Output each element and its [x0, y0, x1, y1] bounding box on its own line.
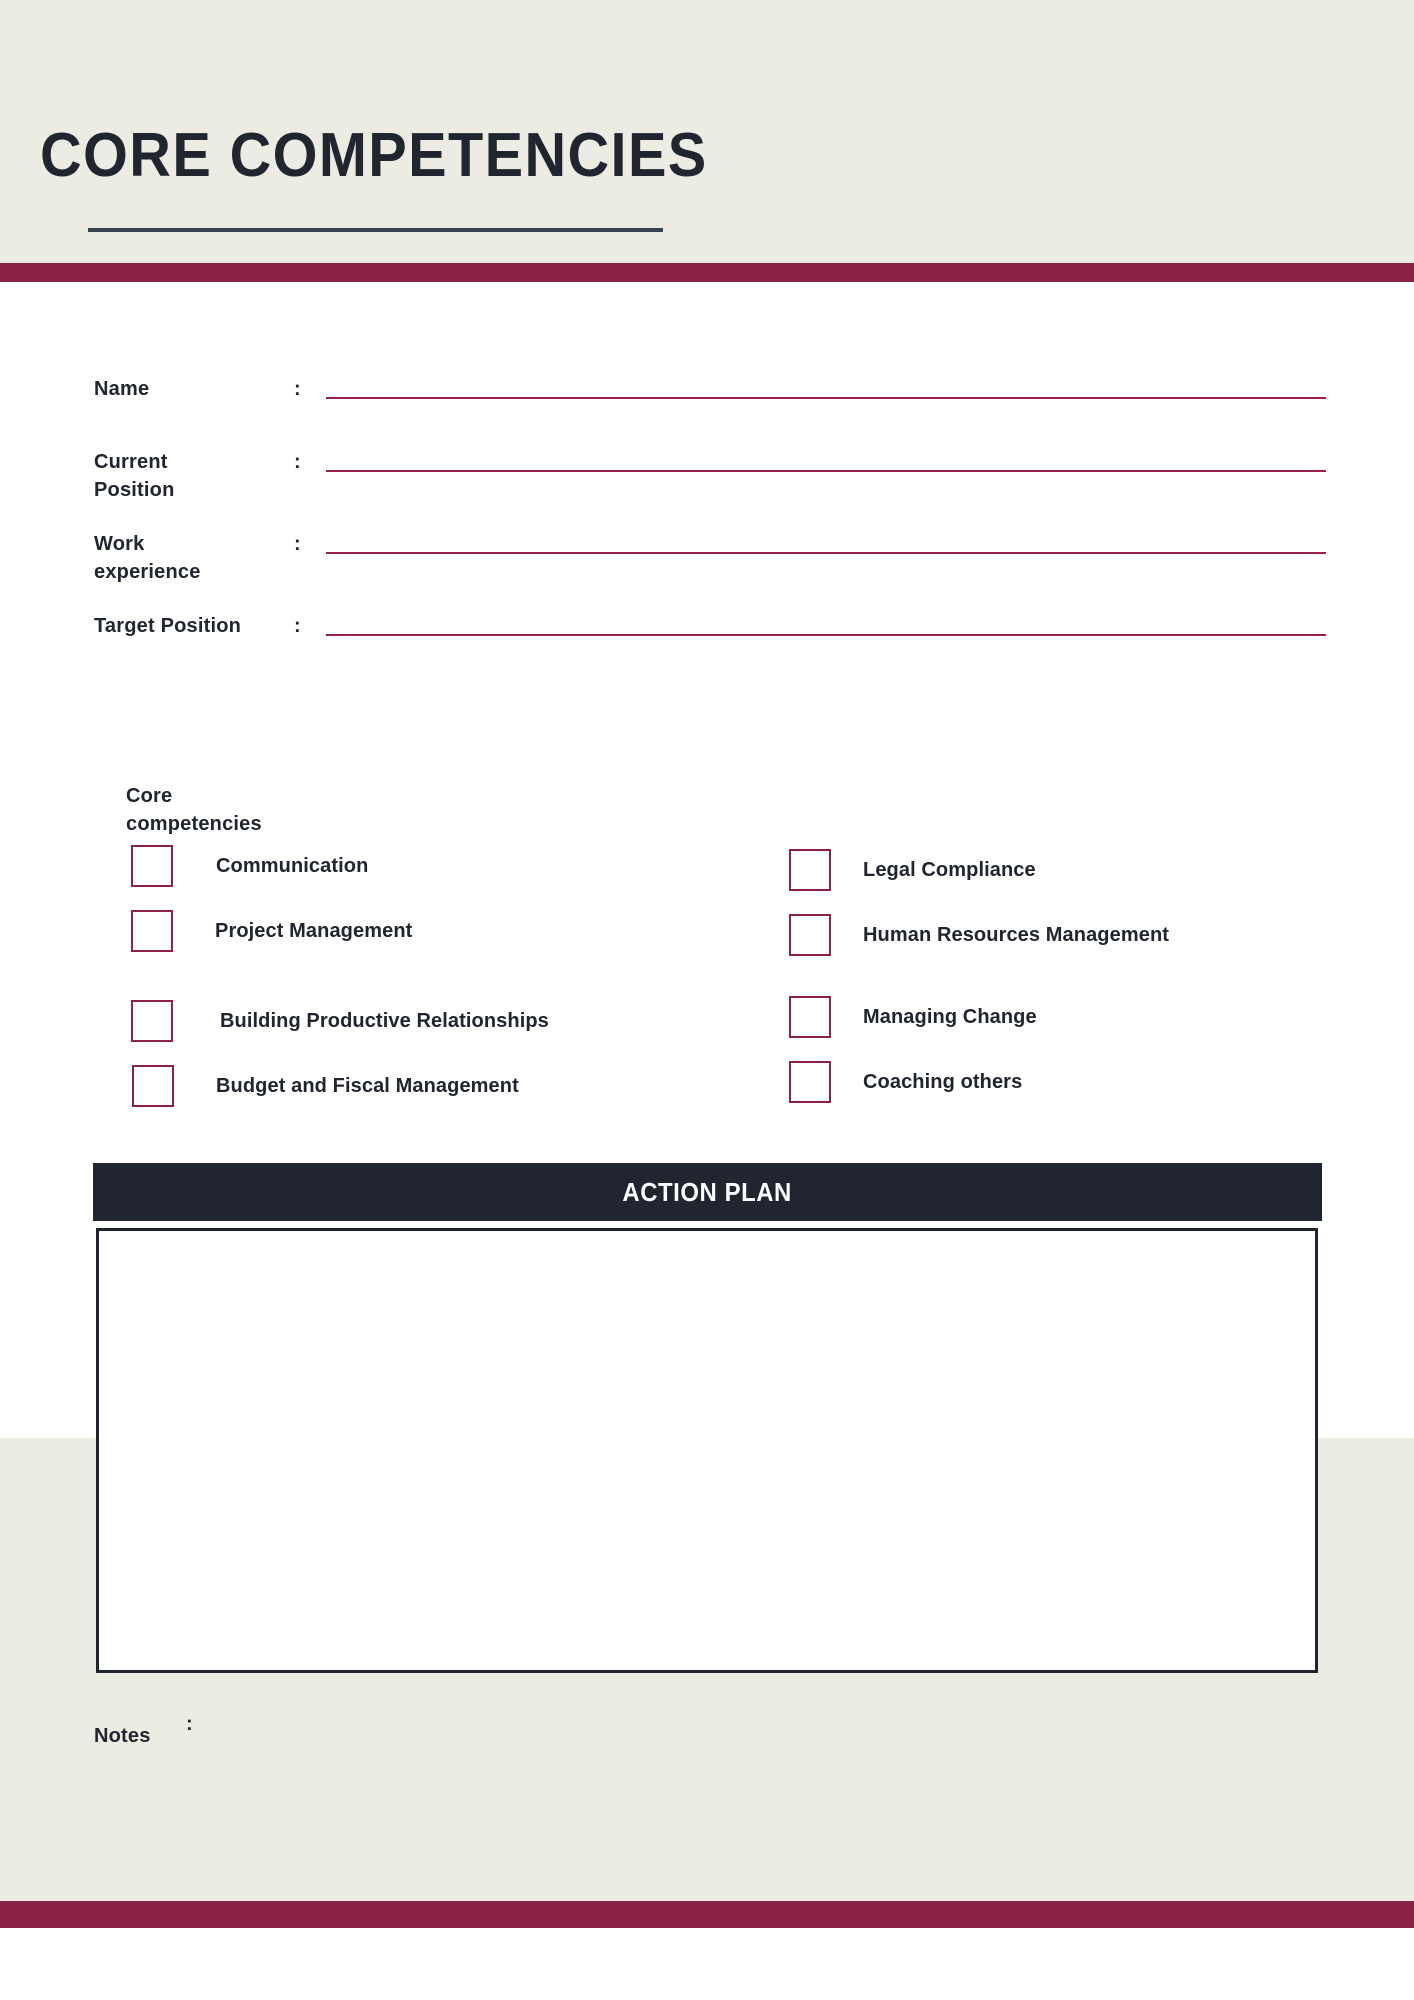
- name-input-line[interactable]: [326, 397, 1326, 399]
- competency-item-building-productive-relationships[interactable]: Building Productive Relationships: [131, 1000, 549, 1042]
- competency-label: Communication: [216, 854, 369, 877]
- form-label-current-position: Current Position: [94, 451, 175, 501]
- checkbox-icon[interactable]: [132, 1065, 174, 1107]
- notes-label: Notes: [94, 1725, 151, 1747]
- competency-item-budget-and-fiscal-management[interactable]: Budget and Fiscal Management: [132, 1065, 519, 1107]
- bottom-accent-bar: [0, 1901, 1414, 1928]
- competency-label: Managing Change: [863, 1005, 1037, 1028]
- checkbox-icon[interactable]: [789, 1061, 831, 1103]
- checkbox-icon[interactable]: [789, 914, 831, 956]
- form-label-target-position: Target Position: [94, 615, 242, 637]
- action-plan-header: ACTION PLAN: [93, 1163, 1322, 1221]
- checkbox-icon[interactable]: [789, 849, 831, 891]
- page-title: CORE COMPETENCIES: [40, 121, 708, 190]
- action-plan-header-label: ACTION PLAN: [622, 1176, 793, 1207]
- page-margin-bottom: [0, 1928, 1414, 2000]
- competency-label: Coaching others: [863, 1070, 1023, 1093]
- form-colon-current-position: :: [294, 451, 301, 473]
- top-accent-bar: [0, 263, 1414, 282]
- competency-label: Budget and Fiscal Management: [216, 1074, 519, 1097]
- target-position-input-line[interactable]: [326, 634, 1326, 636]
- work-experience-input-line[interactable]: [326, 552, 1326, 554]
- core-competencies-heading: Core competencies: [126, 785, 262, 835]
- checkbox-icon[interactable]: [131, 845, 173, 887]
- competency-label: Building Productive Relationships: [220, 1009, 549, 1032]
- checkbox-icon[interactable]: [131, 910, 173, 952]
- competency-item-managing-change[interactable]: Managing Change: [789, 996, 1037, 1038]
- current-position-input-line[interactable]: [326, 470, 1326, 472]
- competency-label: Legal Compliance: [863, 858, 1036, 881]
- action-plan-textarea[interactable]: [96, 1228, 1318, 1673]
- form-label-work-experience: Work experience: [94, 533, 201, 583]
- notes-colon: :: [186, 1713, 193, 1735]
- form-label-name: Name: [94, 378, 150, 400]
- competency-item-human-resources-management[interactable]: Human Resources Management: [789, 914, 1169, 956]
- competency-label: Human Resources Management: [863, 923, 1170, 946]
- form-colon-target-position: :: [294, 615, 301, 637]
- competency-item-project-management[interactable]: Project Management: [131, 910, 412, 952]
- title-underline-rule: [88, 228, 663, 232]
- form-colon-name: :: [294, 378, 301, 400]
- competency-item-communication[interactable]: Communication: [131, 845, 368, 887]
- page-root: CORE COMPETENCIES Name : Current Positio…: [0, 0, 1414, 2000]
- competency-item-legal-compliance[interactable]: Legal Compliance: [789, 849, 1036, 891]
- competency-item-coaching-others[interactable]: Coaching others: [789, 1061, 1022, 1103]
- competency-label: Project Management: [215, 919, 413, 942]
- form-colon-work-experience: :: [294, 533, 301, 555]
- checkbox-icon[interactable]: [789, 996, 831, 1038]
- checkbox-icon[interactable]: [131, 1000, 173, 1042]
